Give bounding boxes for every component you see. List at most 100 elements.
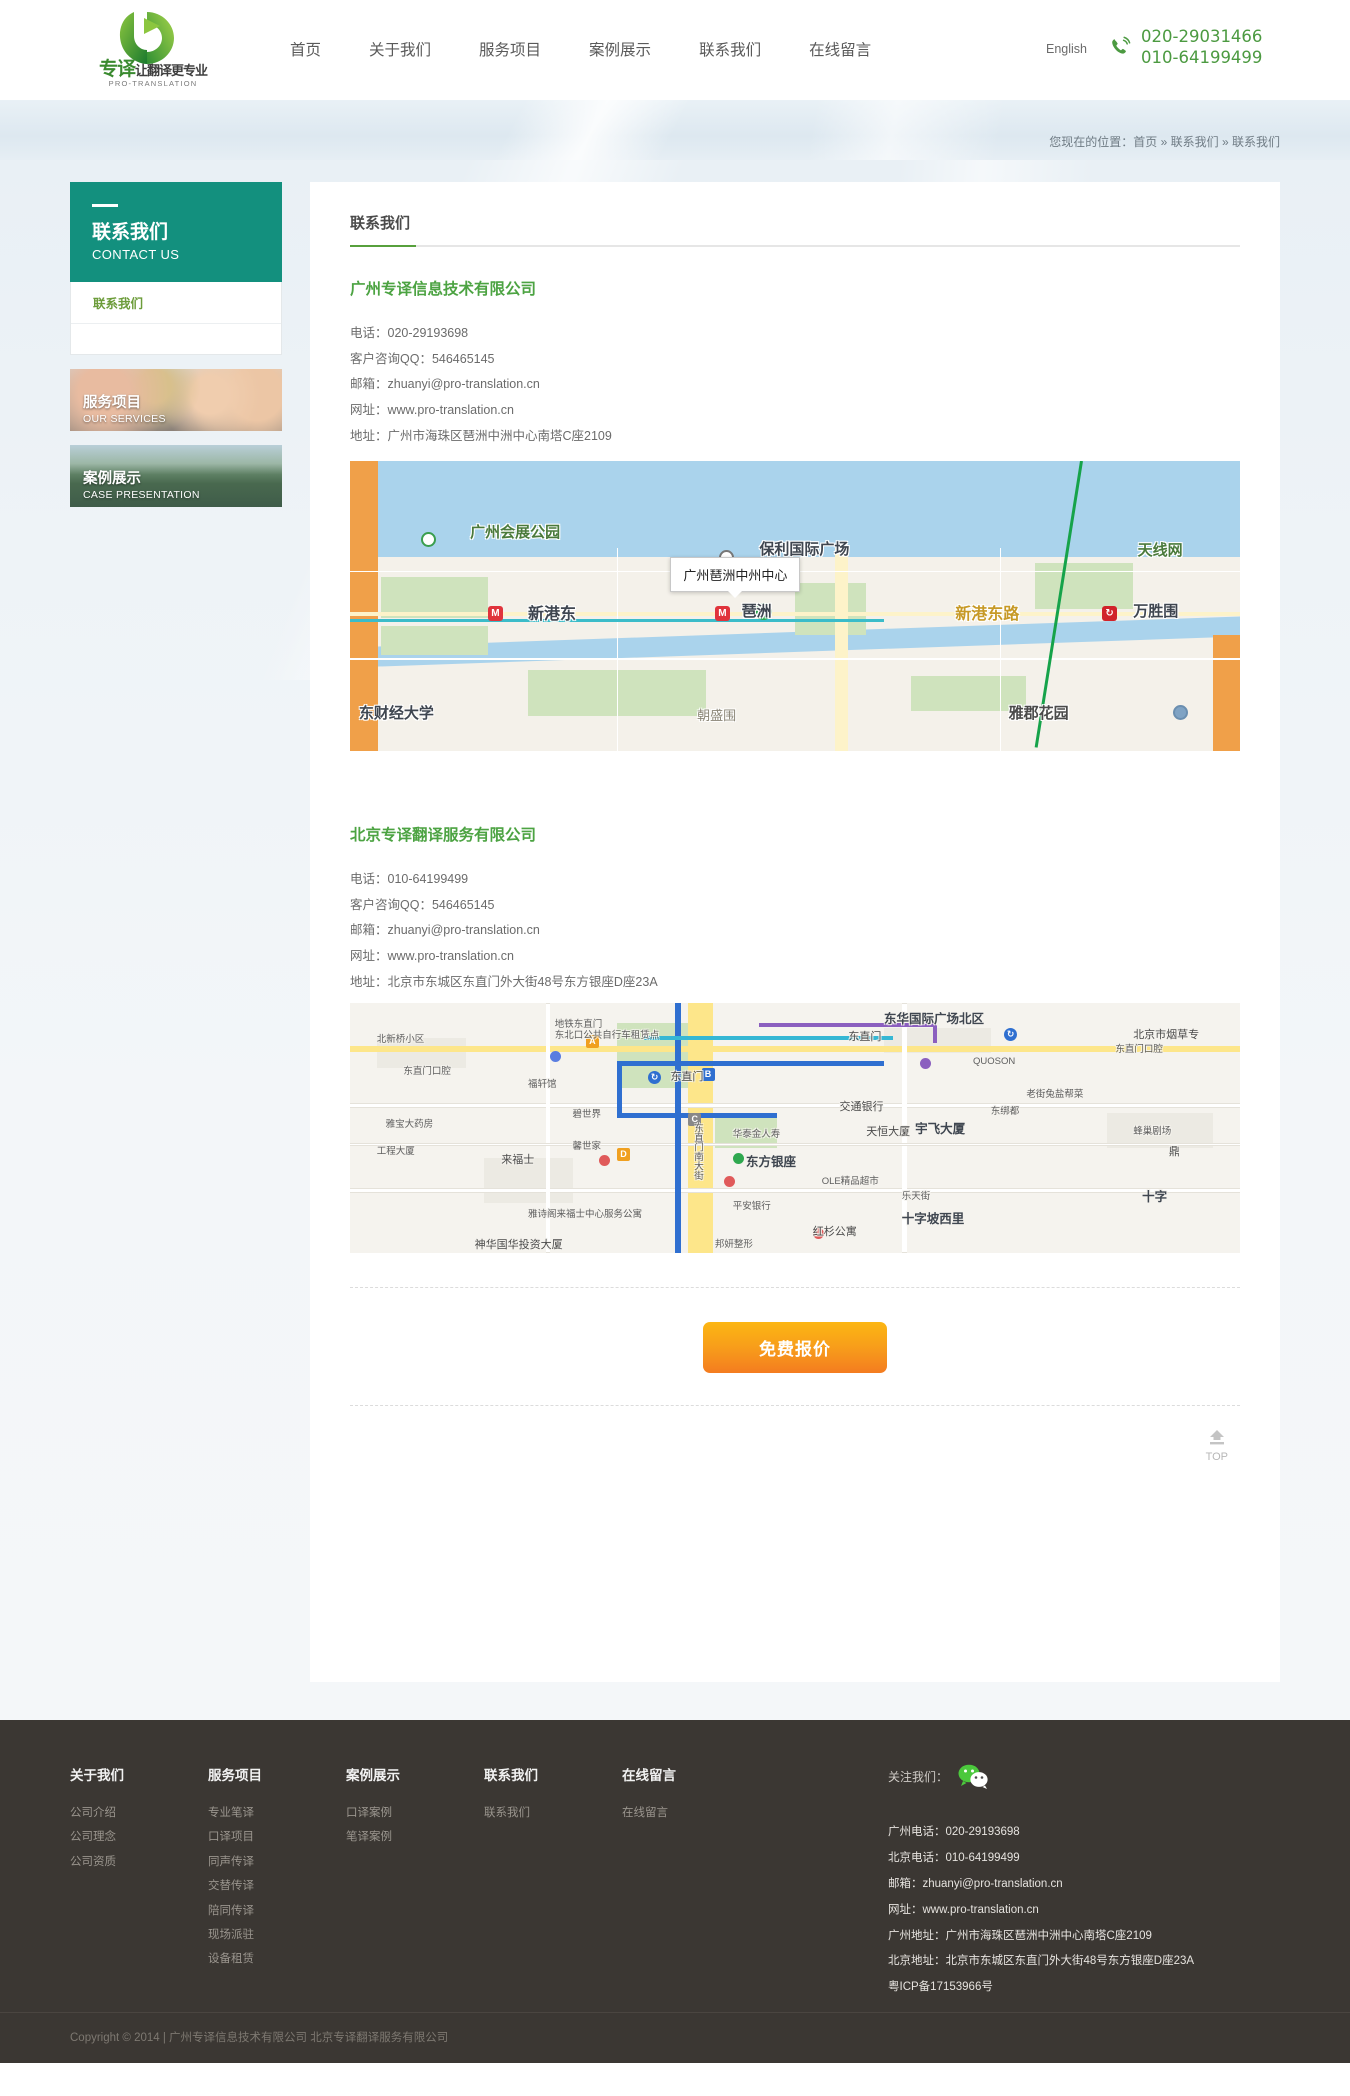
map-bj-label-2: 东北口公共自行车租赁点: [555, 1027, 660, 1041]
sidebar-title-en: CONTACT US: [92, 247, 260, 262]
footer-link-written-translation[interactable]: 专业笔译: [208, 1801, 346, 1825]
footer-link-onsite[interactable]: 现场派驻: [208, 1923, 346, 1947]
footer-link-company-qualification[interactable]: 公司资质: [70, 1850, 208, 1874]
footer-link-interpretation-project[interactable]: 口译项目: [208, 1825, 346, 1849]
nav-item-services[interactable]: 服务项目: [479, 38, 541, 60]
footer-contact-info: 广州电话：020-29193698 北京电话：010-64199499 邮箱：z…: [888, 1820, 1288, 2001]
main-content: 联系我们 广州专译信息技术有限公司 电话：020-29193698 客户咨询QQ…: [310, 182, 1280, 1682]
map-bj-label-27: 邦妍整形: [715, 1236, 753, 1250]
map-gz-label-3: 新港东: [528, 600, 576, 624]
info-email-bj: 邮箱：zhuanyi@pro-translation.cn: [350, 918, 1240, 944]
footer-link-interpretation-cases[interactable]: 口译案例: [346, 1801, 484, 1825]
sidebar-menu-spacer: [71, 324, 281, 354]
phone-number-beijing: 010-64199499: [1141, 47, 1262, 68]
map-bj-label-31: 雅宝大药房: [386, 1116, 434, 1130]
nav-item-cases[interactable]: 案例展示: [589, 38, 651, 60]
breadcrumb-item-current[interactable]: 联系我们: [1232, 135, 1280, 149]
map-gz-label-7: 东财经大学: [359, 702, 434, 723]
map-bj-station-d: D: [617, 1148, 630, 1161]
map-gz-tooltip: 广州琶洲中州中心: [670, 557, 800, 592]
map-bj-label-20: 乐天街: [902, 1188, 931, 1202]
sidebar-banner-cases-cn: 案例展示: [83, 471, 200, 488]
company-info-guangzhou: 电话：020-29193698 客户咨询QQ：546465145 邮箱：zhua…: [350, 321, 1240, 449]
map-gz-road-vertical: [835, 548, 848, 751]
footer-link-company-philosophy[interactable]: 公司理念: [70, 1825, 208, 1849]
map-bj-poi-parking-1: [550, 1051, 561, 1062]
map-gz-park-block-3: [795, 583, 866, 635]
map-bj-metro-branch-2: [617, 1061, 622, 1116]
breadcrumb-item-contact[interactable]: 联系我们: [1171, 135, 1219, 149]
phone-icon: [1108, 35, 1132, 59]
map-gz-station-icon-3: ↻: [1102, 606, 1117, 621]
map-bj-label-3: 东直门: [848, 1028, 881, 1044]
footer-link-company-intro[interactable]: 公司介绍: [70, 1801, 208, 1825]
footer-copyright-bar: Copyright © 2014 | 广州专译信息技术有限公司 北京专译翻译服务…: [0, 2012, 1350, 2053]
map-gz-park-block-4: [1035, 563, 1133, 609]
map-guangzhou[interactable]: 广州会展公园 保利国际广场 天线网 M 新港东 M 琶洲 新港东路 ↻ 万胜围 …: [350, 461, 1240, 751]
map-bj-label-19: OLE精品超市: [822, 1173, 879, 1187]
footer-link-escort[interactable]: 陪同传译: [208, 1899, 346, 1923]
map-bj-label-12: 碧世界: [573, 1106, 602, 1120]
breadcrumb-item-home[interactable]: 首页: [1133, 135, 1157, 149]
map-bj-label-7: 东直门口腔: [403, 1063, 451, 1077]
footer-copyright-text: Copyright © 2014 | 广州专译信息技术有限公司 北京专译翻译服务…: [70, 2029, 1280, 2045]
free-quote-button[interactable]: 免费报价: [703, 1322, 887, 1373]
footer-link-translation-cases[interactable]: 笔译案例: [346, 1825, 484, 1849]
map-bj-label-5: 东直门口腔: [1115, 1041, 1163, 1055]
info-qq: 客户咨询QQ：546465145: [350, 347, 1240, 373]
sidebar-title-cn: 联系我们: [92, 221, 260, 245]
footer-link-simultaneous[interactable]: 同声传译: [208, 1850, 346, 1874]
map-bj-label-9: 交通银行: [840, 1098, 884, 1114]
map-bj-road-mid-5: [350, 1143, 1240, 1146]
map-bj-label-17: 华泰金人寿: [733, 1126, 781, 1140]
footer-link-consecutive[interactable]: 交替传译: [208, 1874, 346, 1898]
info-phone-bj: 电话：010-64199499: [350, 867, 1240, 893]
map-gz-label-1: 保利国际广场: [759, 538, 849, 559]
logo-text: 专译让翻译更专业 PRO-TRANSLATION: [78, 54, 228, 88]
map-bj-label-25: 红杉公寓: [813, 1223, 857, 1239]
logo-slogan-text: 让翻译更专业: [135, 63, 207, 78]
footer-column-about: 关于我们 公司介绍 公司理念 公司资质: [70, 1764, 208, 1972]
map-bj-label-11: 老街兔盐帮菜: [1026, 1086, 1083, 1100]
language-switch-link[interactable]: English: [1046, 42, 1087, 56]
map-beijing[interactable]: A B C D ↻ ↻ 东华国际广场北区 地铁东直门 东北口公共自行车租赁点 东…: [350, 1003, 1240, 1253]
map-bj-label-21: 十字坡西里: [902, 1208, 965, 1227]
map-bj-road-horizontal-main: [350, 1046, 1240, 1052]
map-bj-label-18: 鼎: [1169, 1143, 1180, 1159]
map-bj-label-30: 工程大厦: [377, 1143, 415, 1157]
map-gz-metro-line-8: [350, 619, 884, 622]
footer-link-online-message[interactable]: 在线留言: [622, 1801, 760, 1825]
sidebar-item-contact[interactable]: 联系我们: [71, 282, 281, 324]
map-bj-label-14: 宇飞大厦: [915, 1118, 965, 1137]
map-bj-label-33: 福轩馆: [528, 1076, 557, 1090]
page-body: 联系我们 CONTACT US 联系我们 服务项目 OUR SERVICES 案…: [0, 160, 1350, 1720]
map-bj-station-dongzhimen-icon: ↻: [648, 1071, 661, 1084]
nav-item-about[interactable]: 关于我们: [369, 38, 431, 60]
map-gz-minor-road-4: [1000, 548, 1001, 751]
site-footer: 关于我们 公司介绍 公司理念 公司资质 服务项目 专业笔译 口译项目 同声传译 …: [0, 1720, 1350, 2063]
sidebar-banner-services[interactable]: 服务项目 OUR SERVICES: [70, 369, 282, 431]
nav-item-home[interactable]: 首页: [290, 38, 321, 60]
map-bj-label-29: 馨世家: [573, 1138, 602, 1152]
map-bj-poi-purple-1: [920, 1058, 931, 1069]
nav-item-message[interactable]: 在线留言: [809, 38, 871, 60]
footer-link-contact-us[interactable]: 联系我们: [484, 1801, 622, 1825]
footer-column-contact: 联系我们 联系我们: [484, 1764, 622, 1972]
info-phone: 电话：020-29193698: [350, 321, 1240, 347]
footer-follow-label: 关注我们：: [888, 1768, 948, 1785]
info-website: 网址：www.pro-translation.cn: [350, 398, 1240, 424]
footer-link-equipment-rental[interactable]: 设备租赁: [208, 1947, 346, 1971]
logo-cn-text: 专译: [99, 58, 135, 80]
map-gz-label-9: 雅郡花园: [1009, 702, 1069, 723]
scroll-to-top-button[interactable]: TOP: [1206, 1428, 1228, 1463]
footer-email: 邮箱：zhuanyi@pro-translation.cn: [888, 1872, 1288, 1898]
sidebar-banner-cases[interactable]: 案例展示 CASE PRESENTATION: [70, 445, 282, 507]
footer-right-block: 关注我们： 广州电话：020-29193698 北京: [888, 1764, 1288, 2001]
scroll-to-top-icon: [1206, 1428, 1228, 1449]
wechat-icon[interactable]: [958, 1764, 986, 1788]
breadcrumb-separator-2: »: [1222, 135, 1229, 149]
site-logo[interactable]: 专译让翻译更专业 PRO-TRANSLATION: [78, 8, 228, 94]
nav-item-contact[interactable]: 联系我们: [699, 38, 761, 60]
footer-title-message: 在线留言: [622, 1764, 760, 1784]
map-gz-label-8: 朝盛围: [697, 705, 736, 724]
